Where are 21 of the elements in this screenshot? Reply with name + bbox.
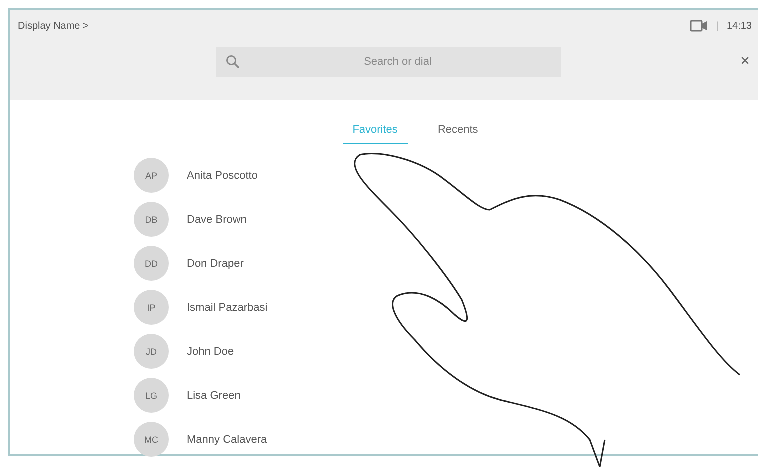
contact-name[interactable]: John Doe (187, 346, 234, 358)
avatar-initials: DD (134, 246, 169, 281)
contact-name[interactable]: Ismail Pazarbasi (187, 302, 268, 314)
clock-time: 14:13 (726, 20, 752, 32)
display-name-link[interactable]: Display Name > (18, 20, 89, 32)
close-button[interactable]: × (736, 53, 754, 71)
avatar-initials: AP (134, 158, 169, 193)
contact-name[interactable]: Anita Poscotto (187, 170, 258, 182)
avatar-initials: JD (134, 334, 169, 369)
contact-name[interactable]: Manny Calavera (187, 434, 268, 446)
avatar-initials: IP (134, 290, 169, 325)
tab[interactable]: Recents (428, 120, 488, 144)
contact-name[interactable]: Lisa Green (187, 390, 241, 402)
camera-icon[interactable] (690, 20, 708, 32)
contact-name[interactable]: Don Draper (187, 258, 244, 270)
separator: | (716, 20, 719, 32)
search-field[interactable]: Search or dial (216, 47, 560, 77)
avatar-initials: MC (134, 422, 169, 457)
avatar-initials: DB (134, 202, 169, 237)
avatar-initials: LG (134, 378, 169, 413)
contact-name[interactable]: Dave Brown (187, 214, 247, 226)
